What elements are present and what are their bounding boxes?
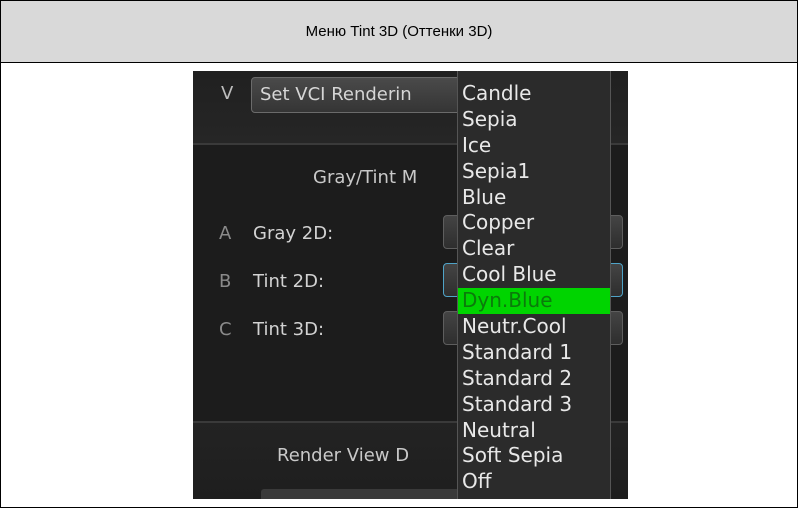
figure-table: Меню Tint 3D (Оттенки 3D) V Set VCI Rend…: [0, 0, 798, 508]
dropdown-option[interactable]: Cool Blue: [458, 262, 610, 288]
dropdown-option[interactable]: Ice: [458, 133, 610, 159]
dropdown-option[interactable]: Standard 3: [458, 392, 610, 418]
gray-tint-section-title: Gray/Tint M: [313, 167, 418, 188]
table-header: Меню Tint 3D (Оттенки 3D): [1, 1, 797, 63]
dropdown-option[interactable]: Neutral: [458, 418, 610, 444]
dropdown-option[interactable]: Copper: [458, 210, 610, 236]
dropdown-option[interactable]: Standard 2: [458, 366, 610, 392]
key-v-label: V: [221, 83, 234, 104]
figure-title: Меню Tint 3D (Оттенки 3D): [305, 23, 493, 40]
dropdown-option[interactable]: Sepia: [458, 107, 610, 133]
dropdown-option[interactable]: Sepia1: [458, 159, 610, 185]
tint-3d-label: Tint 3D:: [253, 319, 325, 340]
dropdown-option[interactable]: Blue: [458, 185, 610, 211]
dropdown-option[interactable]: Standard 1: [458, 340, 610, 366]
tint-2d-label: Tint 2D:: [253, 271, 325, 292]
key-a-label: A: [219, 223, 232, 244]
dropdown-option[interactable]: Neutr.Cool: [458, 314, 610, 340]
dropdown-option[interactable]: Off: [458, 469, 610, 495]
key-b-label: B: [219, 271, 232, 292]
dropdown-option[interactable]: Clear: [458, 236, 610, 262]
tint-3d-dropdown-list[interactable]: Candle Sepia Ice Sepia1 Blue Copper Clea…: [457, 71, 611, 499]
gray-2d-label: Gray 2D:: [253, 223, 334, 244]
dropdown-option-selected[interactable]: Dyn.Blue: [458, 288, 610, 315]
dropdown-option[interactable]: Candle: [458, 81, 610, 107]
render-view-section-title: Render View D: [277, 445, 410, 466]
key-c-label: C: [219, 319, 232, 340]
ultrasound-menu-screenshot: V Set VCI Renderin Gray/Tint M A Gray 2D…: [193, 71, 628, 499]
dropdown-option[interactable]: Soft Sepia: [458, 443, 610, 469]
